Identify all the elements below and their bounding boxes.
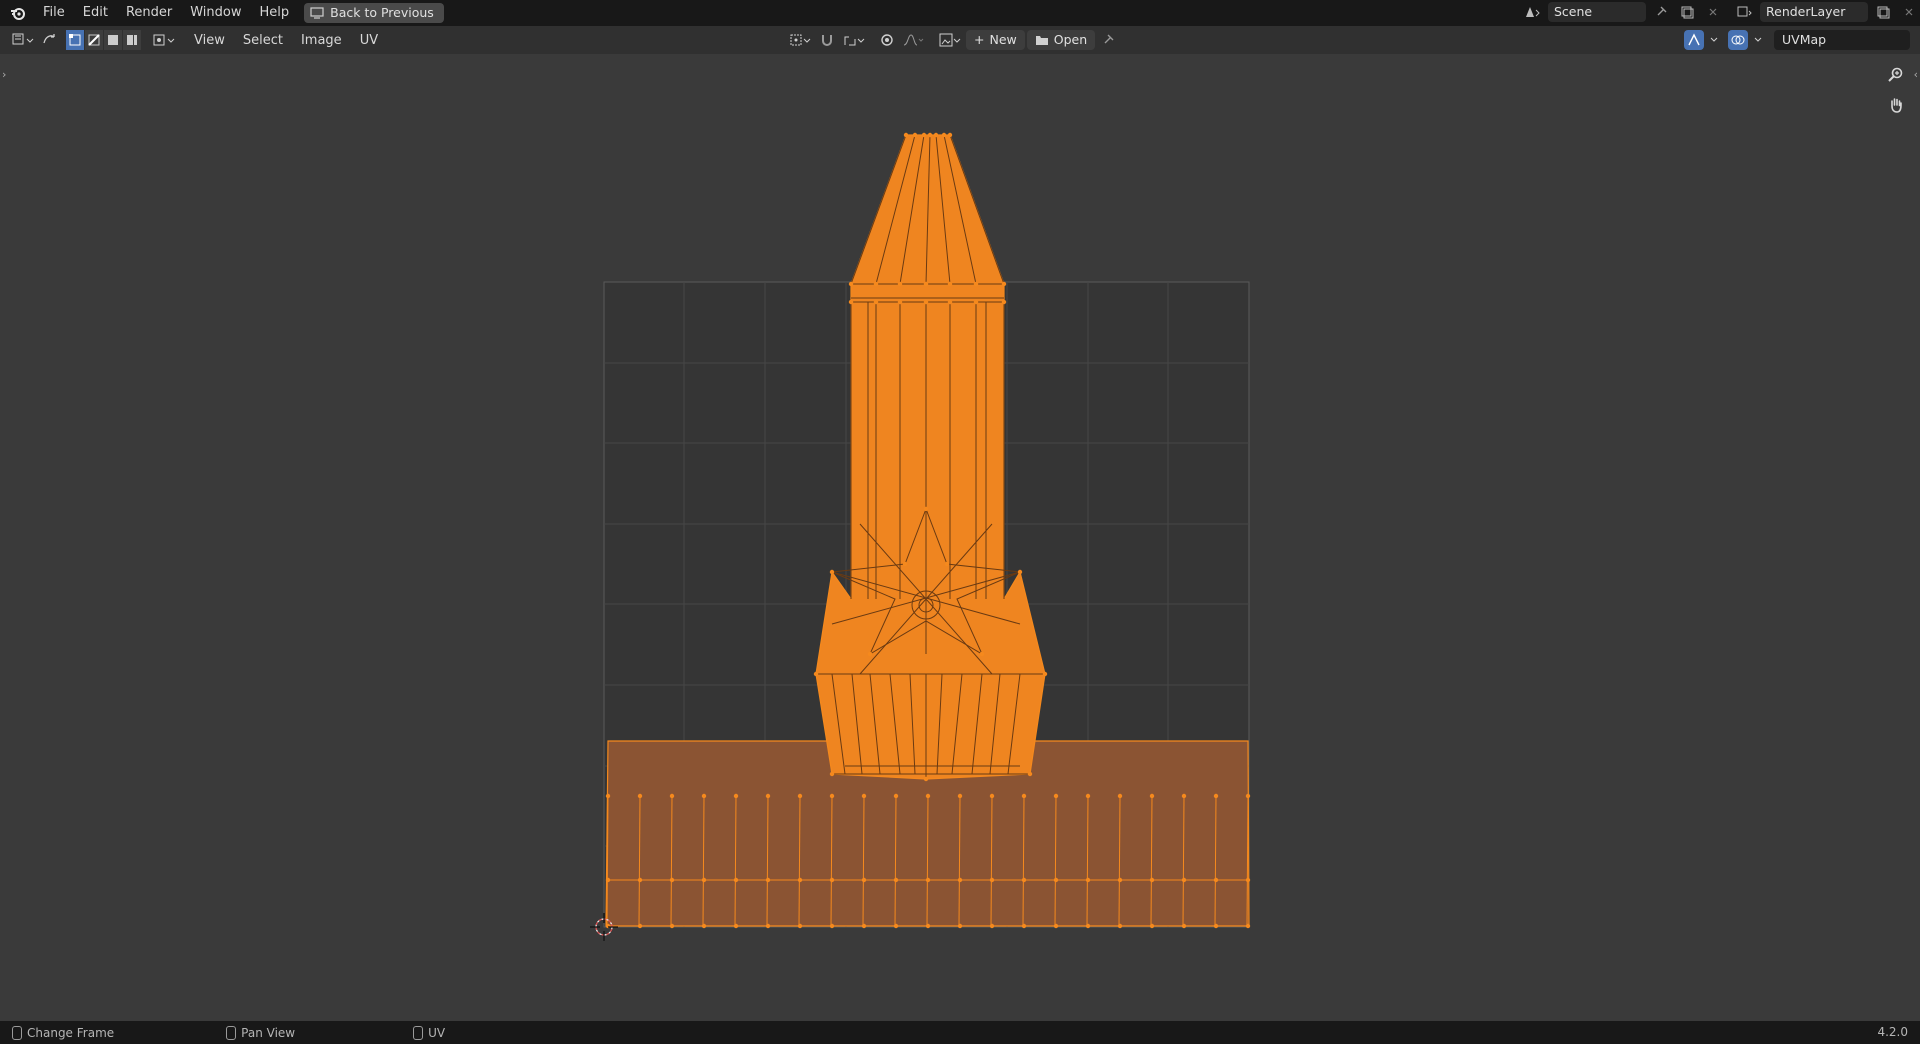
uv-editor-header: View Select Image UV + New Open UVMap <box>0 26 1920 54</box>
select-mode-group <box>66 30 141 50</box>
menu-select[interactable]: Select <box>234 33 292 48</box>
overlay-dropdown-icon[interactable] <box>1750 30 1766 50</box>
back-to-previous-button[interactable]: Back to Previous <box>304 3 444 23</box>
mouse-right-icon <box>413 1025 424 1040</box>
new-image-button[interactable]: + New <box>966 30 1025 50</box>
proportional-editing-icon[interactable] <box>876 30 898 50</box>
toolbar-expand-arrow-icon[interactable]: › <box>2 68 6 81</box>
snap-target-icon[interactable] <box>840 30 868 50</box>
close-render-layer-icon[interactable] <box>1898 2 1920 22</box>
uv-mesh-view[interactable] <box>0 54 1920 1021</box>
pin-image-icon[interactable] <box>1097 30 1119 50</box>
snap-icon[interactable] <box>816 30 838 50</box>
status-change-frame: Change Frame <box>12 1025 115 1040</box>
back-to-previous-label: Back to Previous <box>330 5 434 20</box>
overlay-toggle-icon[interactable] <box>1728 30 1748 50</box>
open-image-label: Open <box>1053 32 1088 47</box>
new-image-label: New <box>989 32 1017 47</box>
menu-uv[interactable]: UV <box>351 33 387 48</box>
uv-sync-selection-icon[interactable] <box>38 30 60 50</box>
scene-label: Scene <box>1554 4 1593 19</box>
menu-file[interactable]: File <box>34 2 74 24</box>
menu-render[interactable]: Render <box>117 2 181 24</box>
zoom-icon[interactable] <box>1883 62 1909 88</box>
menu-window[interactable]: Window <box>181 2 250 24</box>
version-label: 4.2.0 <box>1877 1025 1908 1039</box>
face-select-icon[interactable] <box>104 30 122 50</box>
close-scene-icon[interactable] <box>1702 2 1724 22</box>
edge-select-icon[interactable] <box>85 30 103 50</box>
gizmo-dropdown-icon[interactable] <box>1706 30 1722 50</box>
uv-map-value: UVMap <box>1782 32 1827 47</box>
header-center-tools: + New Open <box>786 30 1119 50</box>
status-bar: Change Frame Pan View UV 4.2.0 <box>0 1021 1920 1044</box>
screen-icon <box>310 7 324 19</box>
render-layer-field[interactable]: RenderLayer <box>1760 2 1868 22</box>
editor-type-icon[interactable] <box>8 30 38 50</box>
menu-image[interactable]: Image <box>292 33 351 48</box>
pin-icon[interactable] <box>1650 2 1672 22</box>
image-browse-icon[interactable] <box>936 30 964 50</box>
uv-editor-canvas[interactable]: › ‹ <box>0 54 1920 1021</box>
render-layer-browse-icon[interactable] <box>1734 2 1756 22</box>
falloff-icon[interactable] <box>900 30 928 50</box>
sticky-selection-icon[interactable] <box>149 30 179 50</box>
menu-edit[interactable]: Edit <box>74 2 117 24</box>
status-left-label: Change Frame <box>27 1025 115 1040</box>
scene-browse-icon[interactable] <box>1522 2 1544 22</box>
folder-icon <box>1035 36 1048 45</box>
mouse-left-icon <box>12 1025 22 1040</box>
status-middle-label: Pan View <box>241 1025 296 1040</box>
header-right-tools: UVMap <box>1684 30 1910 50</box>
island-select-icon[interactable] <box>123 30 141 50</box>
menu-help[interactable]: Help <box>251 2 299 24</box>
plus-icon: + <box>974 32 985 47</box>
gizmo-toggle-icon[interactable] <box>1684 30 1704 50</box>
mouse-middle-icon <box>226 1025 237 1040</box>
uv-map-field[interactable]: UVMap <box>1774 30 1910 50</box>
status-uv: UV <box>413 1025 446 1040</box>
top-bar: File Edit Render Window Help Back to Pre… <box>0 0 1920 26</box>
pivot-point-icon[interactable] <box>786 30 814 50</box>
new-render-layer-icon[interactable] <box>1872 2 1894 22</box>
scene-field[interactable]: Scene <box>1548 2 1646 22</box>
menu-view[interactable]: View <box>185 33 234 48</box>
open-image-button[interactable]: Open <box>1026 30 1096 50</box>
status-right-label: UV <box>428 1025 446 1040</box>
hand-icon[interactable] <box>1883 92 1909 118</box>
new-scene-icon[interactable] <box>1676 2 1698 22</box>
render-layer-label: RenderLayer <box>1766 4 1846 19</box>
top-right-controls: Scene RenderLayer <box>1522 2 1920 22</box>
status-pan-view: Pan View <box>226 1025 296 1040</box>
sidebar-expand-arrow-icon[interactable]: ‹ <box>1914 68 1918 81</box>
blender-logo-icon[interactable] <box>10 5 26 21</box>
vertex-select-icon[interactable] <box>66 30 84 50</box>
